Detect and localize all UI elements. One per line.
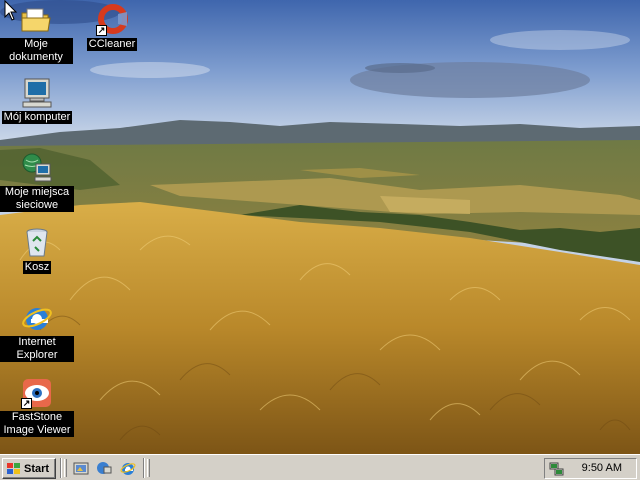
taskbar-separator — [60, 458, 62, 478]
desktop-icon-faststone[interactable]: ↗ FastStone Image Viewer — [0, 377, 75, 437]
desktop-icon-ccleaner[interactable]: ↗ CCleaner — [74, 4, 150, 51]
network-connection-icon[interactable] — [549, 461, 565, 477]
mouse-pointer-icon — [4, 0, 18, 21]
start-label: Start — [24, 462, 50, 475]
ccleaner-icon: ↗ — [96, 4, 128, 36]
desktop-icon-network-places[interactable]: Moje miejsca sieciowe — [0, 152, 75, 212]
network-places-icon — [21, 152, 53, 184]
shortcut-arrow-icon: ↗ — [21, 398, 32, 409]
internet-explorer-icon — [21, 302, 53, 334]
taskbar: Start 9:50 AM — [0, 454, 640, 480]
desktop[interactable]: Moje dokumenty ↗ CCleaner Mój komputer M… — [0, 0, 640, 454]
internet-explorer-icon[interactable] — [120, 460, 136, 476]
desktop-icon-label: Internet Explorer — [0, 336, 74, 362]
clock[interactable]: 9:50 AM — [582, 462, 622, 474]
my-computer-icon — [21, 77, 53, 109]
my-documents-folder-icon — [20, 4, 52, 36]
browser-network-icon[interactable] — [96, 460, 112, 476]
quick-launch-grip[interactable] — [64, 459, 67, 477]
system-tray: 9:50 AM — [544, 458, 637, 479]
desktop-icon-label: Kosz — [22, 261, 52, 274]
windows-logo-icon — [7, 462, 20, 474]
desktop-icon-label: Moje miejsca sieciowe — [0, 186, 74, 212]
desktop-icon-label: Mój komputer — [1, 111, 73, 124]
start-button[interactable]: Start — [2, 458, 56, 479]
show-desktop-icon[interactable] — [73, 460, 89, 476]
desktop-icon-my-computer[interactable]: Mój komputer — [0, 77, 75, 124]
desktop-icon-label: CCleaner — [86, 38, 138, 51]
desktop-icon-label: Moje dokumenty — [0, 38, 73, 64]
wallpaper-landscape — [0, 0, 640, 454]
taskbar-separator — [143, 458, 145, 478]
desktop-icon-label: FastStone Image Viewer — [0, 411, 74, 437]
recycle-bin-icon — [21, 227, 53, 259]
task-area-grip[interactable] — [147, 459, 150, 477]
desktop-icon-recycle-bin[interactable]: Kosz — [0, 227, 75, 274]
shortcut-arrow-icon: ↗ — [96, 25, 107, 36]
faststone-eye-icon: ↗ — [21, 377, 53, 409]
desktop-icon-internet-explorer[interactable]: Internet Explorer — [0, 302, 75, 362]
